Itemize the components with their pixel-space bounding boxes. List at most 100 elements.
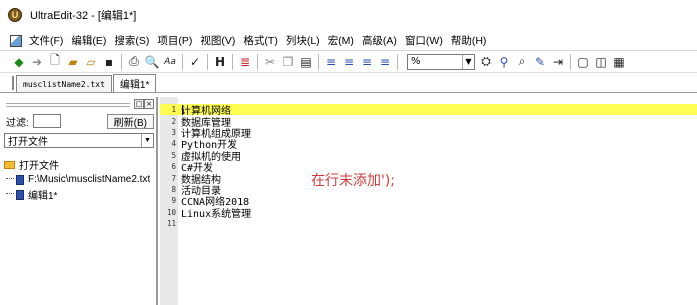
editor-line[interactable]: 5 虚拟机的使用 — [160, 150, 697, 163]
copy-icon[interactable]: ❐ — [279, 53, 297, 71]
close-icon[interactable]: × — [144, 99, 154, 109]
close-file-icon[interactable]: ▱ — [82, 53, 100, 71]
tree-item-edit1[interactable]: 编辑1* — [4, 187, 156, 202]
replace-in-files-icon[interactable]: ✎ — [531, 53, 549, 71]
tree-item-open-files[interactable]: 打开文件 — [4, 157, 156, 172]
new-file-icon[interactable]: 🗋 — [46, 53, 64, 71]
ultraedit-logo-icon: U — [8, 8, 22, 22]
menu-view[interactable]: 视图(V) — [196, 33, 239, 48]
tab-edit1[interactable]: 编辑1* — [112, 74, 157, 92]
toolbar-separator — [182, 53, 183, 70]
line-number: 7 — [171, 173, 176, 183]
red-annotation: 在行末添加'); — [311, 173, 396, 189]
line-number: 9 — [171, 196, 176, 206]
title-bar: U UltraEdit-32 - [编辑1*] — [0, 0, 697, 30]
document-menu-icon[interactable] — [10, 34, 22, 47]
toolbar-separator — [121, 53, 122, 70]
search-combo-value: % — [411, 56, 421, 67]
tile-window-icon[interactable]: ◫ — [592, 53, 610, 71]
file-tree: 打开文件 F:\Music\musclistName2.txt 编辑1* — [4, 157, 156, 202]
find-icon[interactable]: ⛭ — [477, 53, 495, 71]
font-icon[interactable]: Aa — [161, 53, 179, 71]
menu-file[interactable]: 文件(F) — [25, 33, 67, 48]
line-number: 5 — [171, 150, 176, 160]
menu-macro[interactable]: 宏(M) — [324, 33, 358, 48]
cut-icon[interactable]: ✂ — [261, 53, 279, 71]
toolbar-separator — [318, 53, 319, 70]
split-window-icon[interactable]: ▢ — [574, 53, 592, 71]
tree-item-musclistname2[interactable]: F:\Music\musclistName2.txt — [4, 172, 156, 187]
editor-line[interactable]: 11 — [160, 218, 697, 229]
forward-arrow-icon[interactable]: ➜ — [28, 53, 46, 71]
tree-item-label: 编辑1* — [28, 191, 58, 202]
menu-edit[interactable]: 编辑(E) — [67, 33, 110, 48]
align-left-icon[interactable]: ≡ — [322, 53, 340, 71]
editor-line[interactable]: 7 数据结构 — [160, 172, 697, 186]
window-title: UltraEdit-32 - [编辑1*] — [30, 10, 137, 22]
menu-advanced[interactable]: 高级(A) — [358, 33, 401, 48]
editor-line[interactable]: 6 C#开发 — [160, 161, 697, 174]
panel-pin-icon[interactable]: □ — [134, 99, 144, 109]
menu-help[interactable]: 帮助(H) — [447, 33, 491, 48]
open-folder-icon[interactable]: ▰ — [64, 53, 82, 71]
tree-connector — [6, 172, 14, 179]
menu-column[interactable]: 列块(L) — [282, 33, 324, 48]
editor-line[interactable]: 1 计算机网络 — [160, 104, 697, 117]
tabs-grip[interactable] — [12, 75, 14, 90]
line-number: 8 — [171, 184, 176, 194]
save-icon[interactable]: ▪ — [100, 53, 118, 71]
toolbar-separator — [397, 53, 398, 70]
replace-icon[interactable]: ⌕ — [513, 53, 531, 71]
refresh-button[interactable]: 刷新(B) — [106, 113, 154, 129]
menu-window[interactable]: 窗口(W) — [401, 33, 447, 48]
align-right-icon[interactable]: ≡ — [358, 53, 376, 71]
chevron-down-icon[interactable]: ▼ — [141, 134, 153, 147]
find-in-files-icon[interactable]: ⚲ — [495, 53, 513, 71]
toolbar-separator — [207, 53, 208, 70]
tree-item-label: 打开文件 — [19, 161, 59, 172]
app-window: U UltraEdit-32 - [编辑1*] 文件(F) 编辑(E) 搜索(S… — [0, 0, 697, 305]
line-number: 10 — [166, 207, 176, 217]
editor-area[interactable]: 1 计算机网络 2 数据库管理 3 计算机组成原理 4 Python开发 5 虚… — [160, 97, 697, 305]
goto-icon[interactable]: ⇥ — [549, 53, 567, 71]
word-wrap-icon[interactable]: ≣ — [236, 53, 254, 71]
back-arrow-icon[interactable]: ◆ — [10, 53, 28, 71]
align-center-icon[interactable]: ≡ — [340, 53, 358, 71]
line-number: 6 — [171, 162, 176, 172]
toolbar-separator — [232, 53, 233, 70]
file-tree-panel: □ × 过滤: 刷新(B) 打开文件 ▼ 打开文件 F:\Music\muscl… — [0, 97, 158, 305]
justify-icon[interactable]: ≡ — [376, 53, 394, 71]
main-toolbar: ◆ ➜ 🗋 ▰ ▱ ▪ ⎙ 🔍 Aa ✓ H ≣ ✂ ❐ ▤ ≡ ≡ ≡ ≡ %… — [0, 51, 697, 73]
panel-grip[interactable] — [6, 103, 130, 107]
line-number: 11 — [166, 219, 176, 229]
paste-icon[interactable]: ▤ — [297, 53, 315, 71]
open-files-select[interactable]: 打开文件 ▼ — [4, 133, 154, 148]
document-icon — [16, 189, 24, 200]
chevron-down-icon[interactable]: ▼ — [462, 54, 474, 69]
tree-item-label: F:\Music\musclistName2.txt — [28, 174, 151, 185]
spell-check-icon[interactable]: ✓ — [186, 53, 204, 71]
hex-mode-icon[interactable]: H — [211, 53, 229, 71]
print-icon[interactable]: ⎙ — [125, 53, 143, 71]
open-files-select-value: 打开文件 — [8, 137, 48, 148]
toolbar-separator — [257, 53, 258, 70]
filter-label: 过滤: — [6, 117, 29, 129]
line-number: 2 — [171, 116, 176, 126]
menu-format[interactable]: 格式(T) — [239, 33, 281, 48]
editor-line[interactable]: 10 Linux系统管理 — [160, 207, 697, 220]
panel-header: □ × — [0, 99, 156, 109]
file-tabs: musclistName2.txt 编辑1* — [0, 73, 697, 93]
editor-line[interactable]: 3 计算机组成原理 — [160, 127, 697, 140]
print-preview-icon[interactable]: 🔍 — [143, 53, 161, 71]
filter-row: 过滤: 刷新(B) — [6, 113, 154, 129]
line-number: 3 — [171, 127, 176, 137]
tab-musclistname2[interactable]: musclistName2.txt — [16, 75, 112, 92]
document-icon — [16, 174, 24, 185]
filter-input[interactable] — [32, 114, 61, 128]
toolbar-separator — [570, 53, 571, 70]
menu-project[interactable]: 项目(P) — [153, 33, 196, 48]
menu-search[interactable]: 搜索(S) — [110, 33, 153, 48]
search-combo[interactable]: % ▼ — [407, 53, 475, 70]
tree-connector — [6, 187, 14, 194]
cascade-window-icon[interactable]: ▦ — [610, 53, 628, 71]
